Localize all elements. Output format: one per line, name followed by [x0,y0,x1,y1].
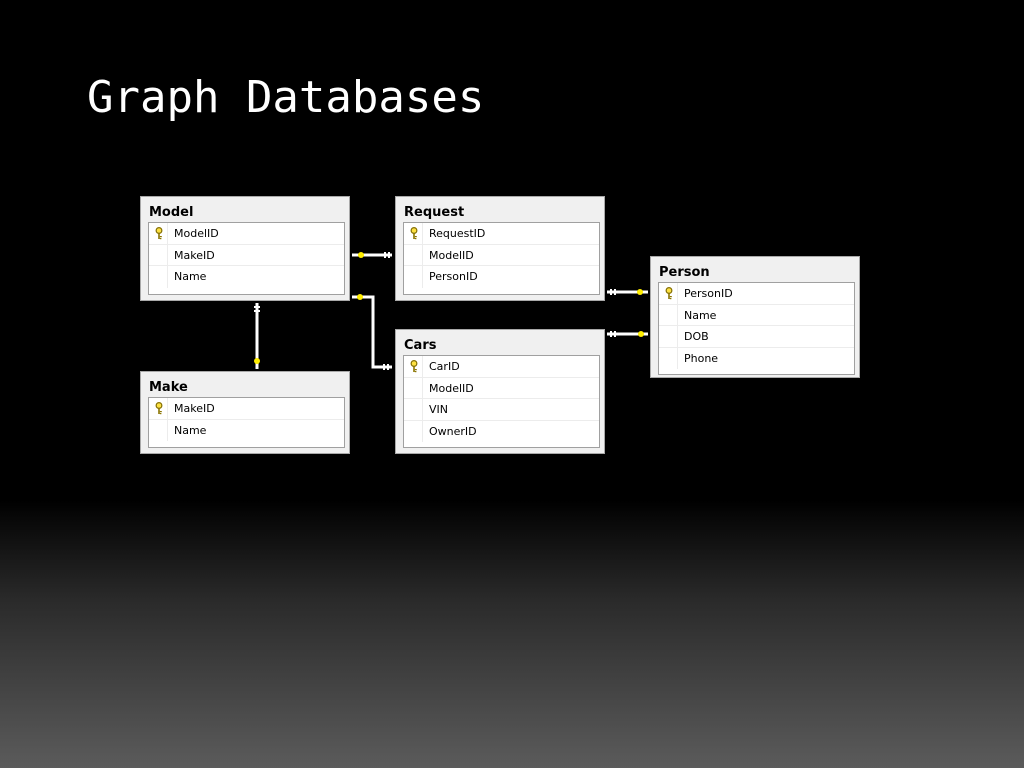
key-end-icon [637,289,643,295]
relationship-connectors [254,252,648,370]
key-end-icon [254,358,260,364]
relationship-request-person[interactable] [607,289,648,295]
key-end-icon [357,294,363,300]
key-end-icon [638,331,644,337]
key-end-icon [358,252,364,258]
relationship-request-model[interactable] [352,252,392,258]
relationship-cars-person[interactable] [607,331,648,337]
relationship-cars-model[interactable] [352,294,392,370]
relationship-model-make[interactable] [254,303,260,369]
